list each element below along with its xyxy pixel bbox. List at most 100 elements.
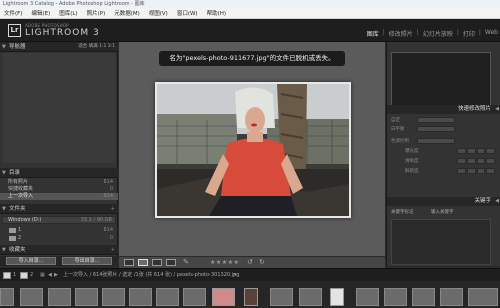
keyword-input-area[interactable] bbox=[391, 219, 491, 265]
rotate-right-icon[interactable]: ↻ bbox=[259, 258, 265, 266]
menu-metadata[interactable]: 元数据(M) bbox=[114, 9, 140, 17]
main-photo[interactable] bbox=[155, 82, 351, 218]
filmstrip-thumb[interactable] bbox=[0, 288, 14, 306]
filmstrip-thumb[interactable] bbox=[384, 288, 407, 306]
menu-file[interactable]: 文件(F) bbox=[4, 9, 22, 17]
folders-header[interactable]: ▼ 文件夹 + bbox=[0, 204, 118, 214]
zoom-ratio[interactable]: 3:1 bbox=[108, 44, 115, 49]
quick-develop-row: 清晰度 bbox=[391, 158, 495, 165]
catalog-item-all-photos[interactable]: 所有照片 614 bbox=[0, 179, 118, 186]
volume-windows-d[interactable]: Windows (D:) 33.1 / 90 GB bbox=[2, 216, 116, 224]
module-slideshow[interactable]: 幻灯片放映 bbox=[423, 29, 453, 38]
folder-item[interactable]: 1 614 bbox=[0, 226, 118, 234]
menu-photo[interactable]: 照片(P) bbox=[87, 9, 106, 17]
catalog-item-label: 快捷收藏夹 bbox=[8, 186, 34, 192]
filmstrip-thumb[interactable] bbox=[183, 288, 206, 306]
loupe-view-icon[interactable] bbox=[138, 259, 148, 266]
filmstrip-header: 1 2 ▦ ◀ ▶ 上一次导入 / 614张照片 / 选定 /1张 (共 614… bbox=[0, 268, 500, 281]
vibrance-steppers[interactable] bbox=[457, 168, 495, 174]
navigator-header[interactable]: ▼ 导航器 适合 填满 1:1 3:1 bbox=[0, 42, 118, 52]
zoom-fill[interactable]: 填满 bbox=[89, 44, 98, 49]
filmstrip-thumb[interactable] bbox=[299, 288, 322, 306]
quick-develop-row: 鲜艳度 bbox=[391, 168, 495, 175]
catalog-item-quick-collection[interactable]: 快捷收藏夹 0 bbox=[0, 186, 118, 193]
catalog-title: 目录 bbox=[9, 170, 21, 176]
right-panel: 快速修改照片 ◀ 自定 白平衡 色调控制 曝光度 清晰度 鲜艳度 关键字 ◀ 关… bbox=[386, 42, 500, 266]
navigator-preview[interactable] bbox=[3, 53, 115, 163]
filmstrip-thumb[interactable] bbox=[156, 288, 179, 306]
identity-plate: Lr ADOBE PHOTOSHOP LIGHTROOM 3 图库 | 修改照片… bbox=[0, 19, 500, 42]
menu-window[interactable]: 窗口(W) bbox=[177, 9, 198, 17]
zoom-1-1[interactable]: 1:1 bbox=[99, 44, 106, 49]
catalog-item-label: 所有照片 bbox=[8, 179, 29, 185]
filmstrip-thumb[interactable] bbox=[356, 288, 379, 306]
survey-view-icon[interactable] bbox=[166, 259, 176, 266]
lightroom-logo: Lr bbox=[8, 24, 21, 37]
filmstrip-thumb[interactable] bbox=[75, 288, 98, 306]
module-library[interactable]: 图库 bbox=[367, 29, 379, 38]
brand-large: LIGHTROOM 3 bbox=[25, 28, 100, 38]
preset-dropdown[interactable] bbox=[417, 117, 455, 123]
histogram bbox=[391, 52, 491, 106]
catalog-item-previous-import[interactable]: 上一次导入 614 bbox=[0, 193, 118, 200]
filmstrip-thumb[interactable] bbox=[244, 288, 258, 306]
quick-develop-label: 自定 bbox=[391, 118, 400, 123]
filmstrip-thumb[interactable] bbox=[412, 288, 435, 306]
filmstrip-thumb[interactable] bbox=[20, 288, 43, 306]
painter-icon[interactable]: ✎ bbox=[183, 258, 189, 266]
filmstrip-thumb[interactable] bbox=[102, 288, 125, 306]
exposure-steppers[interactable] bbox=[457, 148, 495, 154]
rotate-left-icon[interactable]: ↺ bbox=[247, 258, 253, 266]
module-develop[interactable]: 修改照片 bbox=[389, 29, 413, 38]
folder-icon bbox=[9, 228, 16, 233]
zoom-fit[interactable]: 适合 bbox=[78, 44, 87, 49]
module-web[interactable]: Web bbox=[485, 29, 498, 38]
filmstrip-thumb[interactable] bbox=[330, 288, 344, 306]
keywording-title: 关键字 bbox=[474, 198, 491, 204]
filmstrip-thumb[interactable] bbox=[129, 288, 152, 306]
quick-develop-label: 色调控制 bbox=[391, 139, 409, 144]
grid-view-icon[interactable] bbox=[124, 259, 134, 266]
menu-help[interactable]: 帮助(H) bbox=[207, 9, 226, 17]
white-balance-dropdown[interactable] bbox=[417, 126, 455, 132]
filmstrip-thumb[interactable] bbox=[468, 288, 498, 306]
import-button[interactable]: 导入目录... bbox=[6, 257, 56, 265]
volume-label: Windows (D:) bbox=[8, 217, 42, 223]
clarity-steppers[interactable] bbox=[457, 158, 495, 164]
filmstrip[interactable] bbox=[0, 281, 500, 308]
module-print[interactable]: 打印 bbox=[463, 29, 475, 38]
export-button[interactable]: 导出目录... bbox=[62, 257, 112, 265]
collections-header[interactable]: ▼ 收藏夹 + bbox=[0, 245, 118, 255]
keywording-header[interactable]: 关键字 ◀ bbox=[387, 197, 500, 206]
loupe-view[interactable]: 名为"pexels-photo-911677.jpg"的文件已脱机或丢失。 bbox=[119, 42, 385, 256]
star-rating[interactable]: ★★★★★ bbox=[210, 259, 239, 266]
menu-view[interactable]: 视图(V) bbox=[149, 9, 168, 17]
collapse-triangle-icon: ▼ bbox=[2, 170, 6, 176]
auto-tone-button[interactable] bbox=[417, 138, 455, 144]
filmstrip-thumb[interactable] bbox=[212, 288, 235, 306]
compare-view-icon[interactable] bbox=[152, 259, 162, 266]
filmstrip-thumb[interactable] bbox=[48, 288, 71, 306]
add-folder-icon[interactable]: + bbox=[111, 204, 115, 214]
menu-library[interactable]: 图库(L) bbox=[59, 9, 77, 17]
folder-item[interactable]: 2 0 bbox=[0, 234, 118, 242]
filmstrip-thumb[interactable] bbox=[270, 288, 293, 306]
page-1-button[interactable] bbox=[3, 272, 11, 279]
collections-title: 收藏夹 bbox=[9, 247, 26, 253]
folders-title: 文件夹 bbox=[9, 206, 26, 212]
module-picker: 图库 | 修改照片 | 幻灯片放映 | 打印 | Web bbox=[367, 29, 498, 38]
menu-edit[interactable]: 编辑(E) bbox=[31, 9, 50, 17]
filmstrip-thumb[interactable] bbox=[440, 288, 463, 306]
module-separator: | bbox=[456, 29, 459, 36]
folder-count: 614 bbox=[103, 227, 113, 233]
folder-count: 0 bbox=[109, 235, 113, 241]
catalog-header[interactable]: ▼ 目录 bbox=[0, 168, 118, 178]
catalog-item-count: 614 bbox=[103, 193, 113, 199]
add-collection-icon[interactable]: + bbox=[111, 245, 115, 255]
offline-file-message: 名为"pexels-photo-911677.jpg"的文件已脱机或丢失。 bbox=[159, 51, 345, 66]
quick-develop-row: 色调控制 bbox=[391, 138, 495, 145]
quick-develop-label: 曝光度 bbox=[405, 149, 419, 154]
collapse-triangle-icon: ▼ bbox=[2, 206, 6, 212]
quick-develop-header[interactable]: 快速修改照片 ◀ bbox=[387, 105, 500, 114]
page-2-button[interactable] bbox=[20, 272, 28, 279]
